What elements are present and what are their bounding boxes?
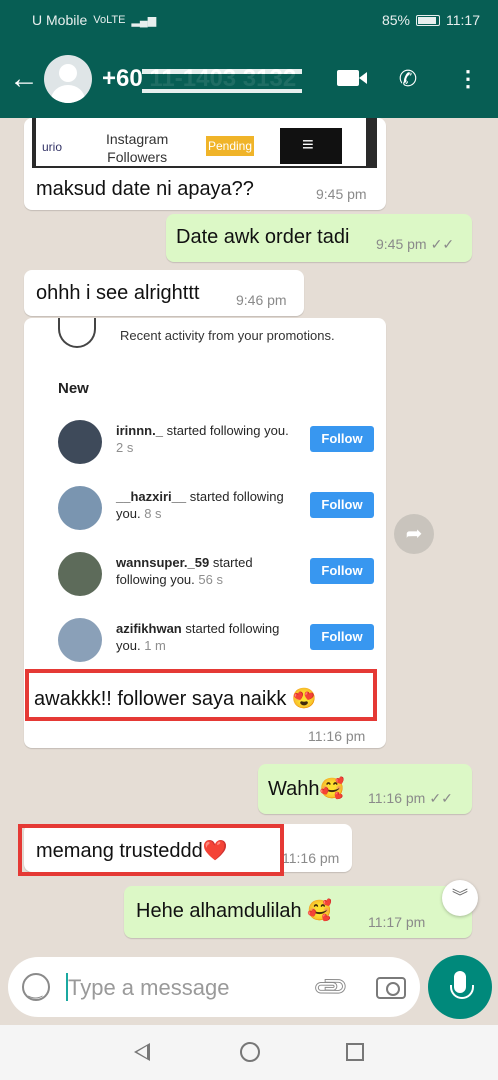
follow-button[interactable]: Follow [310, 624, 374, 650]
menu-icon [280, 128, 342, 164]
message-bubble-incoming[interactable]: urio Instagram Followers Pending maksud … [24, 118, 386, 210]
battery-icon [416, 14, 440, 26]
message-time: 11:17 pm [368, 914, 426, 930]
contact-name[interactable]: +60 11-1403 3132 [102, 65, 318, 93]
read-ticks-icon: ✓✓ [430, 236, 455, 252]
message-bubble-incoming[interactable]: ohhh i see alrighttt 9:46 pm [24, 270, 304, 316]
follower-username: __hazxiri__ [116, 489, 187, 504]
follower-age: 8 s [144, 506, 162, 521]
follower-username: irinnn._ [116, 423, 163, 438]
message-time: 9:46 pm [236, 292, 287, 308]
voice-call-icon[interactable]: ✆ [378, 66, 438, 92]
clock: 11:17 [446, 12, 480, 28]
message-time-text: 11:16 pm [368, 790, 426, 806]
follow-button[interactable]: Follow [310, 558, 374, 584]
message-placeholder[interactable]: Type a message [68, 975, 229, 1001]
follow-button[interactable]: Follow [310, 492, 374, 518]
chat-header: ← +60 11-1403 3132 ✆ ⋮ [0, 40, 498, 118]
volte-icon: VoLTE [93, 14, 126, 26]
follower-action: started following you. [166, 423, 289, 438]
nav-back-icon[interactable] [134, 1043, 150, 1061]
contact-avatar[interactable] [44, 55, 92, 103]
follower-username: wannsuper._59 [116, 555, 210, 570]
message-time: 11:16 pm [282, 850, 340, 866]
message-bubble-outgoing[interactable]: Wahh🥰 11:16 pm ✓✓ [258, 764, 472, 814]
system-nav-bar [0, 1025, 498, 1080]
new-heading: New [58, 380, 89, 397]
message-bubble-outgoing[interactable]: Hehe alhamdulilah 🥰 11:17 pm [124, 886, 472, 938]
forward-icon[interactable]: ➦ [394, 514, 434, 554]
message-input[interactable]: Type a message 📎︎ [8, 957, 420, 1017]
camera-icon[interactable] [376, 977, 406, 999]
strip-label-line1: Instagram [106, 131, 169, 147]
signal-icon: ▂▄▆ [131, 14, 157, 27]
emoji-icon[interactable] [22, 973, 50, 1001]
follower-row: __hazxiri__ started following you. 8 s F… [58, 486, 378, 546]
message-time: 11:16 pm [308, 728, 366, 744]
message-time: 11:16 pm ✓✓ [368, 790, 453, 807]
message-bubble-outgoing[interactable]: Date awk order tadi 9:45 pm ✓✓ [166, 214, 472, 262]
status-bar: U Mobile VoLTE ▂▄▆ 85% 11:17 [0, 0, 498, 40]
strip-left-text: urio [42, 140, 63, 154]
message-time: 9:45 pm [316, 186, 367, 202]
message-time: 9:45 pm ✓✓ [376, 236, 454, 253]
more-options-icon[interactable]: ⋮ [438, 68, 498, 90]
attach-icon[interactable]: 📎︎ [310, 966, 352, 1008]
carrier-label: U Mobile [32, 12, 88, 28]
promotions-icon [58, 318, 96, 348]
read-ticks-icon: ✓✓ [429, 790, 453, 806]
back-arrow-icon[interactable]: ← [4, 62, 44, 96]
message-text: maksud date ni apaya?? [36, 178, 254, 200]
follower-avatar [58, 420, 102, 464]
nav-recents-icon[interactable] [346, 1043, 364, 1061]
promotions-text: Recent activity from your promotions. [120, 328, 335, 343]
chat-area: urio Instagram Followers Pending maksud … [0, 118, 498, 955]
pending-badge: Pending [206, 136, 254, 156]
nav-home-icon[interactable] [240, 1042, 260, 1062]
follower-row: irinnn._ started following you. 2 s Follo… [58, 420, 378, 480]
follower-avatar [58, 618, 102, 662]
follower-avatar [58, 552, 102, 596]
message-text: ohhh i see alrighttt [36, 282, 200, 304]
follower-age: 2 s [116, 440, 134, 455]
follower-row: wannsuper._59 started following you. 56 … [58, 552, 378, 612]
video-call-icon[interactable] [318, 66, 378, 92]
scroll-down-icon[interactable]: ︾ [442, 880, 478, 916]
message-text: Hehe alhamdulilah 🥰 [136, 900, 333, 922]
follow-button[interactable]: Follow [310, 426, 374, 452]
message-text: Date awk order tadi [176, 226, 350, 248]
highlight-box [18, 824, 284, 876]
follower-avatar [58, 486, 102, 530]
redaction-mark [142, 69, 302, 93]
mic-icon[interactable] [428, 955, 492, 1019]
battery-percent: 85% [381, 12, 410, 28]
strip-label-line2: Followers [107, 149, 168, 165]
follower-age: 1 m [144, 638, 166, 653]
strip-label: Instagram Followers [106, 130, 168, 166]
message-text: Wahh🥰 [268, 778, 345, 800]
follower-username: azifikhwan [116, 621, 182, 636]
highlight-box [25, 669, 377, 721]
compose-bar: Type a message 📎︎ [0, 955, 498, 1025]
message-time-text: 9:45 pm [376, 236, 427, 252]
follower-age: 56 s [198, 572, 223, 587]
shared-image-top[interactable]: urio Instagram Followers Pending [32, 118, 377, 168]
